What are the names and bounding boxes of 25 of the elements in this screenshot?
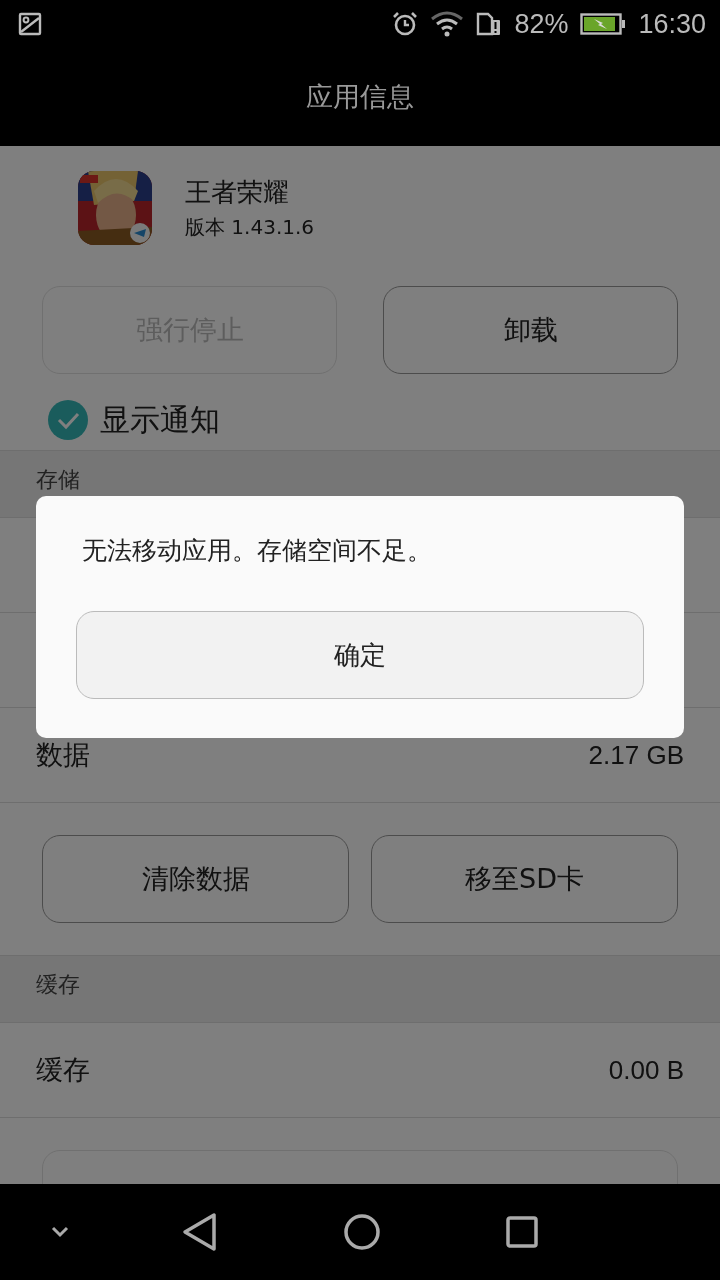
sim-alert-icon — [476, 11, 503, 37]
action-button[interactable]: 卸载 — [383, 286, 678, 374]
battery-percent: 82% — [514, 8, 569, 40]
chevron-down-icon[interactable] — [50, 1226, 70, 1238]
screen-title: 应用信息 — [306, 80, 414, 114]
picture-icon — [18, 12, 42, 36]
checkbox[interactable] — [48, 400, 88, 440]
section-header: 缓存 — [0, 955, 720, 1023]
row-value: 2.17 GB — [588, 739, 684, 771]
back-icon[interactable] — [182, 1212, 218, 1252]
app-name: 王者荣耀 — [185, 176, 290, 209]
action-button[interactable]: 清除数据 — [42, 835, 349, 923]
action-button[interactable]: 移至SD卡 — [371, 835, 678, 923]
ok-button[interactable]: 确定 — [76, 611, 644, 699]
dialog-message: 无法移动应用。存储空间不足。 — [81, 535, 433, 567]
recents-icon[interactable] — [506, 1216, 538, 1248]
alarm-icon — [392, 11, 419, 37]
home-icon[interactable] — [344, 1214, 380, 1250]
row-label: 缓存 — [36, 1053, 90, 1087]
clock: 16:30 — [638, 8, 706, 40]
wifi-icon — [430, 11, 465, 37]
row-value: 0.00 B — [608, 1054, 684, 1086]
app-version: 版本 1.43.1.6 — [185, 214, 315, 241]
checkbox-label: 显示通知 — [100, 400, 220, 439]
row-label: 数据 — [36, 738, 90, 772]
